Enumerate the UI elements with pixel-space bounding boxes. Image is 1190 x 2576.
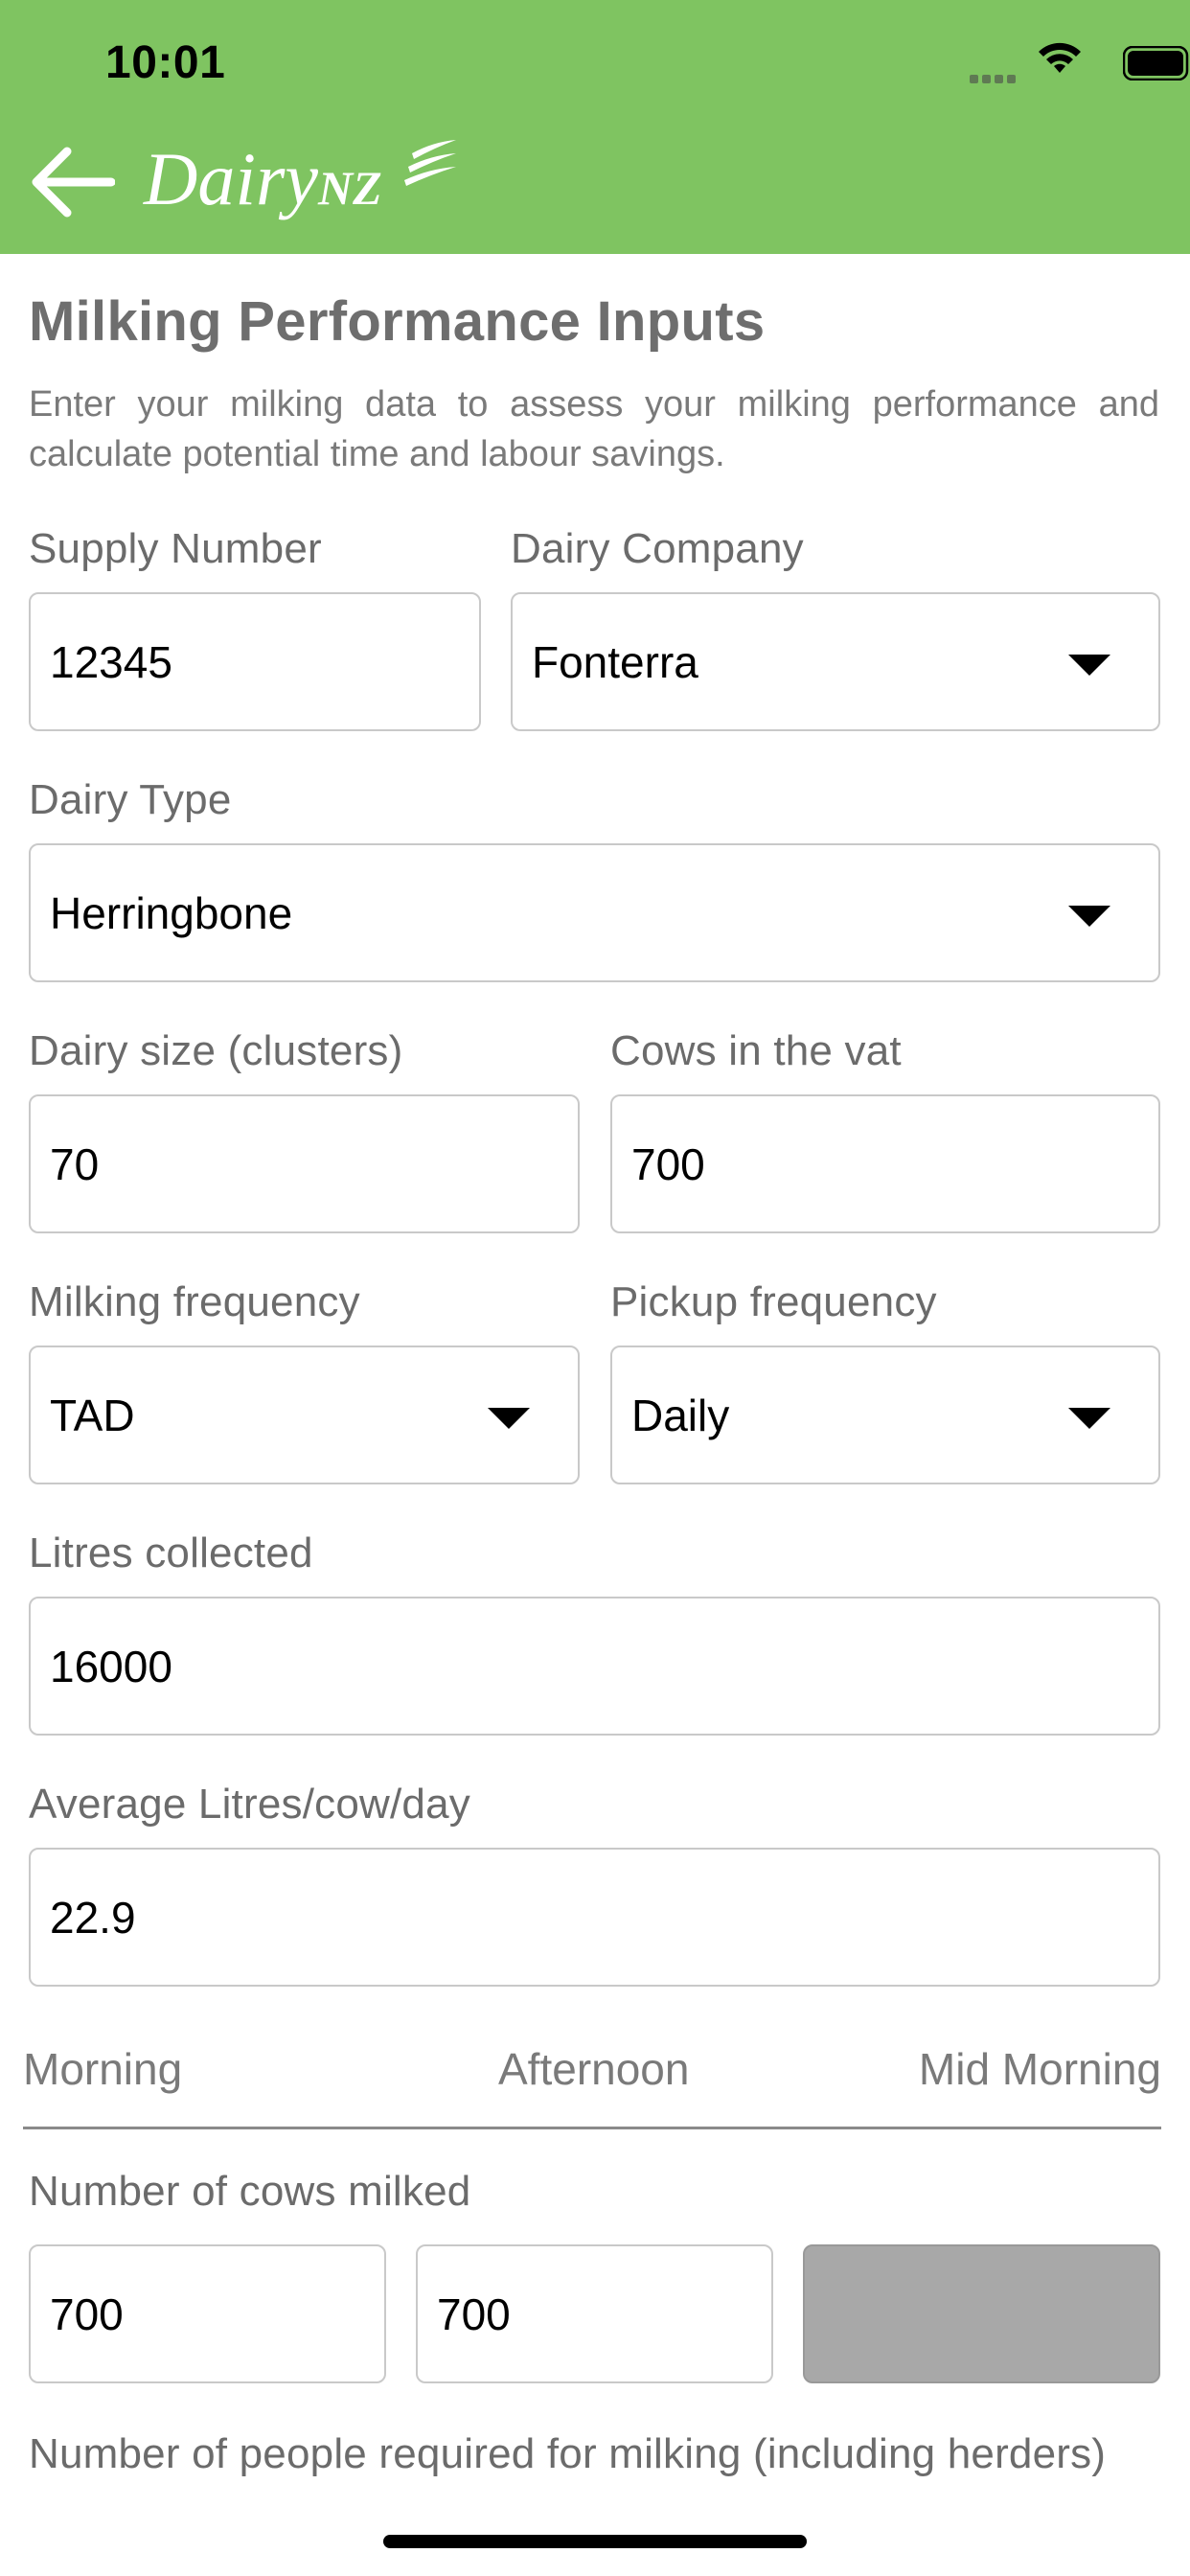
dairynz-logo: DairyNZ [144,140,456,238]
cows-milked-morning-input[interactable]: 700 [29,2244,386,2383]
milking-frequency-label: Milking frequency [29,1278,360,1325]
logo-text: Dairy [144,137,318,220]
cows-in-vat-value: 700 [631,1139,705,1189]
cows-in-vat-label: Cows in the vat [610,1027,902,1074]
caret-down-icon [488,1408,530,1429]
supply-number-label: Supply Number [29,525,322,572]
wifi-icon [1039,42,1081,73]
litres-collected-label: Litres collected [29,1530,313,1576]
column-morning: Morning [23,2044,183,2094]
avg-litres-value: 22.9 [50,1893,136,1943]
dairy-company-label: Dairy Company [511,525,804,572]
cows-milked-afternoon-value: 700 [437,2289,511,2339]
avg-litres-input[interactable]: 22.9 [29,1848,1160,1987]
section-divider [23,2127,1161,2129]
cellular-signal-icon [970,71,1019,88]
milking-frequency-value: TAD [50,1391,135,1440]
litres-collected-value: 16000 [50,1642,172,1691]
caret-down-icon [1068,906,1110,927]
caret-down-icon [1068,1408,1110,1429]
status-time: 10:01 [105,37,226,88]
cows-milked-mid-morning-input [803,2244,1160,2383]
supply-number-value: 12345 [50,637,172,687]
people-required-label: Number of people required for milking (i… [29,2430,1107,2477]
cows-milked-label: Number of cows milked [29,2168,471,2215]
pickup-frequency-select[interactable]: Daily [610,1346,1160,1484]
page-title: Milking Performance Inputs [29,290,766,353]
litres-collected-input[interactable]: 16000 [29,1597,1160,1736]
home-indicator[interactable] [383,2535,807,2548]
avg-litres-label: Average Litres/cow/day [29,1781,470,1828]
dairy-size-input[interactable]: 70 [29,1094,580,1233]
dairy-type-select[interactable]: Herringbone [29,843,1160,982]
page-description: Enter your milking data to assess your m… [29,384,1159,474]
battery-icon [1123,46,1189,80]
milking-frequency-select[interactable]: TAD [29,1346,580,1484]
caret-down-icon [1068,655,1110,676]
dairy-size-value: 70 [50,1139,100,1189]
app-header: 10:01 DairyNZ [0,0,1190,254]
dairy-type-label: Dairy Type [29,776,232,823]
pickup-frequency-value: Daily [631,1391,730,1440]
dairy-company-select[interactable]: Fonterra [511,592,1160,731]
pickup-frequency-label: Pickup frequency [610,1278,937,1325]
cows-milked-morning-value: 700 [50,2289,124,2339]
column-mid-morning: Mid Morning [918,2044,1161,2094]
cows-milked-afternoon-input[interactable]: 700 [416,2244,773,2383]
back-arrow-icon[interactable] [29,144,115,220]
logo-swoosh-icon [404,140,456,186]
cows-in-vat-input[interactable]: 700 [610,1094,1160,1233]
column-afternoon: Afternoon [498,2044,690,2094]
dairy-type-value: Herringbone [50,888,293,938]
logo-nz-text: NZ [317,161,382,215]
supply-number-input[interactable]: 12345 [29,592,481,731]
dairy-size-label: Dairy size (clusters) [29,1027,403,1074]
dairy-company-value: Fonterra [532,637,698,687]
